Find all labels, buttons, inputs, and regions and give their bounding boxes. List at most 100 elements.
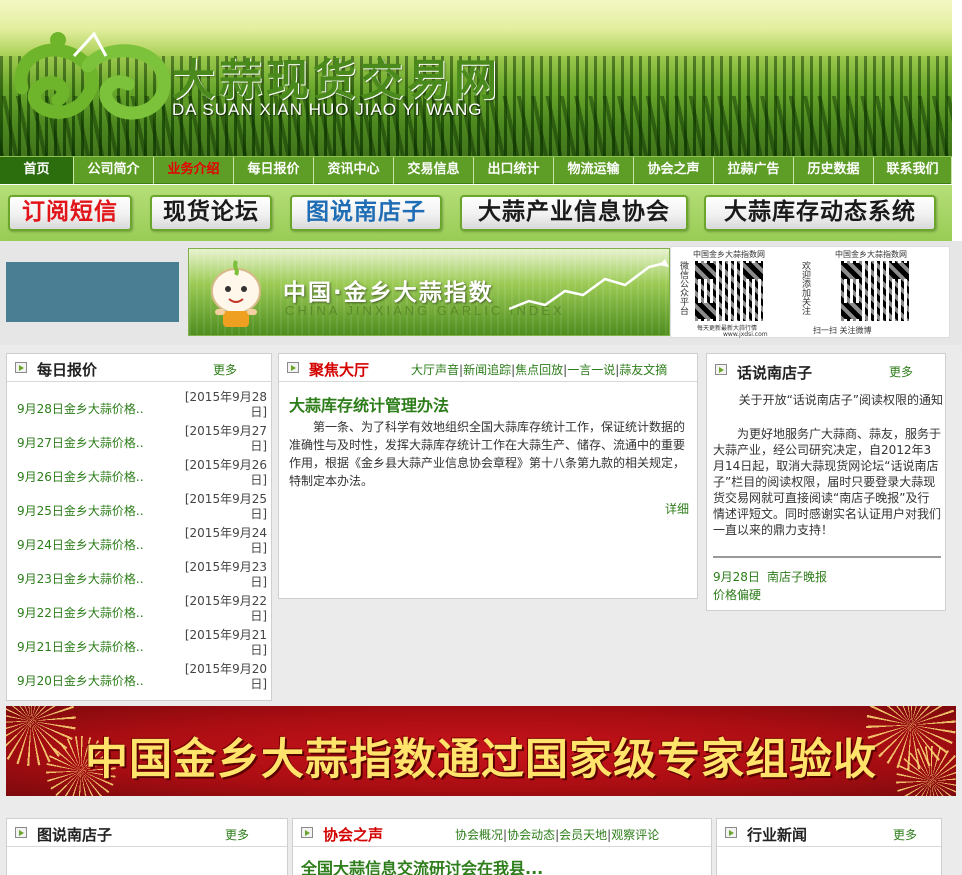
qr-texture [695,261,763,321]
price-date: [2015年9月22 日] [181,594,267,624]
focus-headline[interactable]: 大蒜库存统计管理办法 [289,392,449,416]
qr-texture [841,261,909,321]
tab-assoc-overview[interactable]: 协会概况 [455,828,503,842]
qr-left-url: www.jxdsi.com [723,331,768,338]
price-date-line: [2015年9月28 [184,390,267,404]
tab-members[interactable]: 会员天地 [559,828,607,842]
price-link[interactable]: 9月26日金乡大蒜价格.. [17,468,144,485]
nav-item[interactable]: 业务介绍 [154,157,234,184]
price-link[interactable]: 9月24日金乡大蒜价格.. [17,536,144,553]
assoc-headline[interactable]: 全国大蒜信息交流研讨会在我县... [301,855,543,875]
arrow-icon [15,827,27,838]
main-nav: 首页 公司简介 业务介绍 每日报价 资讯中心 交易信息 出口统计 物流运输 协会之声 拉蒜广告 历史… [0,156,952,184]
qr-left-caption: 中国金乡大蒜指数网 [693,250,765,259]
tab-assoc-news[interactable]: 协会动态 [507,828,555,842]
price-firm-link[interactable]: 价格偏硬 [713,586,761,603]
price-date-line: 日] [250,575,267,589]
notice-title[interactable]: 关于开放“话说南店子”阅读权限的通知 [717,392,943,408]
panel-header: 聚焦大厅 大厅声音|新闻追踪|焦点回放|一言一说|蒜友文摘 [279,354,697,382]
price-date-line: [2015年9月24 [184,526,267,540]
nav-item[interactable]: 出口统计 [474,157,554,184]
nav-item[interactable]: 资讯中心 [314,157,394,184]
nav-item[interactable]: 协会之声 [634,157,714,184]
arrow-icon [15,362,27,373]
nav-item[interactable]: 联系我们 [874,157,952,184]
nav-item[interactable]: 拉蒜广告 [714,157,794,184]
pictures-nandianzi-button[interactable]: 图说南店子 [290,195,442,231]
price-link[interactable]: 9月20日金乡大蒜价格.. [17,672,144,689]
pictures-nandianzi-panel: 图说南店子 更多 [6,818,288,875]
price-link[interactable]: 9月27日金乡大蒜价格.. [17,434,144,451]
price-link[interactable]: 9月28日金乡大蒜价格.. [17,400,144,417]
price-row: 9月24日金乡大蒜价格.. [2015年9月24 日] [17,526,271,560]
panel-title: 图说南店子 [37,826,113,844]
divider [713,556,941,558]
more-link[interactable]: 更多 [893,826,917,843]
price-row: 9月22日金乡大蒜价格.. [2015年9月22 日] [17,594,271,628]
trend-arrow-icon [509,259,669,311]
nav-item[interactable]: 公司简介 [74,157,154,184]
tab-one-word[interactable]: 一言一说 [567,363,615,377]
subscribe-sms-button[interactable]: 订阅短信 [8,195,132,231]
price-date-line: 日] [250,473,267,487]
price-date-line: [2015年9月26 [184,458,267,472]
quick-links-bar: 订阅短信 现货论坛 图说南店子 大蒜产业信息协会 大蒜库存动态系统 [0,185,952,241]
site-title-pinyin: DA SUAN XIAN HUO JIAO YI WANG [172,100,483,119]
more-link[interactable]: 更多 [225,826,249,843]
price-date-line: [2015年9月22 [184,594,267,608]
panel-header: 话说南店子 更多 [707,354,945,382]
ad-placeholder[interactable] [6,262,179,322]
price-date-line: 日] [250,677,267,691]
site-title: 大蒜现货交易网 [172,56,501,106]
nav-item[interactable]: 每日报价 [234,157,314,184]
nav-item[interactable]: 交易信息 [394,157,474,184]
price-row: 9月20日金乡大蒜价格.. [2015年9月20 日] [17,662,271,696]
price-row: 9月23日金乡大蒜价格.. [2015年9月23 日] [17,560,271,594]
price-link[interactable]: 9月23日金乡大蒜价格.. [17,570,144,587]
panel-header: 每日报价 更多 [7,354,271,382]
price-date: [2015年9月21 日] [181,628,267,658]
index-acceptance-banner[interactable]: 中国金乡大蒜指数通过国家级专家组验收 [6,706,956,796]
garlic-index-banner[interactable]: 中国·金乡大蒜指数 CHINA JINXIANG GARLIC INDEX [188,248,670,336]
qr-left-right-text: 欢迎添加关注 [800,261,810,315]
more-link[interactable]: 更多 [213,361,237,378]
qr-left-side-text: 微信公众平台 [678,261,688,315]
price-date-line: [2015年9月25 [184,492,267,506]
garlic-stock-system-button[interactable]: 大蒜库存动态系统 [704,195,936,231]
price-row: 9月28日金乡大蒜价格.. [2015年9月28 日] [17,390,271,424]
evening-news-date[interactable]: 9月28日 [713,568,760,585]
price-date-line: 日] [250,439,267,453]
focus-hall-panel: 聚焦大厅 大厅声音|新闻追踪|焦点回放|一言一说|蒜友文摘 大蒜库存统计管理办法… [278,353,698,599]
nav-item[interactable]: 历史数据 [794,157,874,184]
tab-news-track[interactable]: 新闻追踪 [463,363,511,377]
wechat-qr-code[interactable] [695,261,763,321]
evening-news-link[interactable]: 南店子晚报 [767,568,827,585]
garlic-association-button[interactable]: 大蒜产业信息协会 [460,195,688,231]
price-row: 9月25日金乡大蒜价格.. [2015年9月25 日] [17,492,271,526]
price-date: [2015年9月23 日] [181,560,267,590]
spot-forum-button[interactable]: 现货论坛 [150,195,272,231]
tab-commentary[interactable]: 观察评论 [611,828,659,842]
price-date-line: 日] [250,541,267,555]
price-date: [2015年9月24 日] [181,526,267,556]
detail-link[interactable]: 详细 [665,500,689,517]
tab-digest[interactable]: 蒜友文摘 [619,363,667,377]
nav-item[interactable]: 首页 [0,157,74,184]
tab-focus-replay[interactable]: 焦点回放 [515,363,563,377]
panel-header: 行业新闻 更多 [717,819,941,847]
price-link[interactable]: 9月22日金乡大蒜价格.. [17,604,144,621]
site-logo-icon[interactable] [14,26,174,130]
price-link[interactable]: 9月21日金乡大蒜价格.. [17,638,144,655]
arrow-icon [287,362,299,373]
price-link[interactable]: 9月25日金乡大蒜价格.. [17,502,144,519]
panel-title: 话说南店子 [737,364,813,382]
tab-hall-voice[interactable]: 大厅声音 [411,363,459,377]
weibo-qr-code[interactable] [841,261,909,321]
price-date-line: 日] [250,405,267,419]
more-link[interactable]: 更多 [889,363,913,380]
assoc-tabs: 协会概况|协会动态|会员天地|观察评论 [455,828,660,842]
nav-item[interactable]: 物流运输 [554,157,634,184]
panel-header: 图说南店子 更多 [7,819,287,847]
index-banner-title: 中国·金乡大蒜指数 [283,280,494,306]
price-row: 9月26日金乡大蒜价格.. [2015年9月26 日] [17,458,271,492]
